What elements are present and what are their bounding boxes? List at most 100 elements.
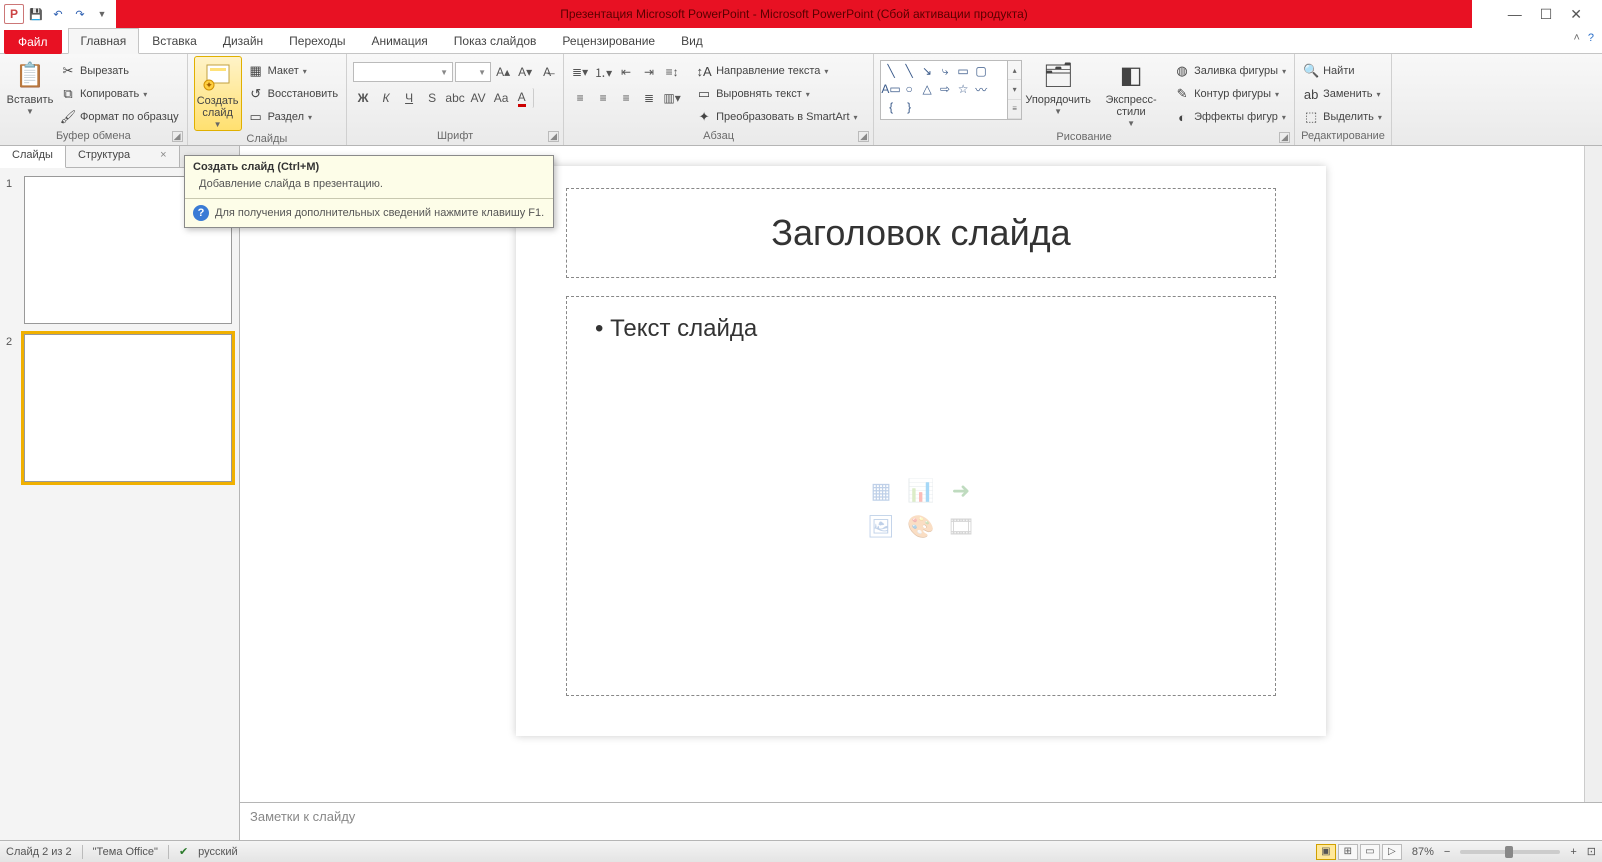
qat-dropdown-icon[interactable]: ▼	[92, 4, 112, 24]
shape-outline-button[interactable]: ✎Контур фигуры	[1172, 83, 1288, 105]
text-direction-button[interactable]: ↕AНаправление текста	[694, 60, 859, 82]
format-painter-button[interactable]: 🖌Формат по образцу	[58, 106, 181, 128]
columns-icon[interactable]: ▥▾	[662, 88, 682, 108]
normal-view-icon[interactable]: ▣	[1316, 844, 1336, 860]
close-button[interactable]: ✕	[1570, 6, 1582, 23]
zoom-out-icon[interactable]: −	[1444, 846, 1450, 858]
shrink-font-icon[interactable]: A▾	[515, 62, 535, 82]
help-icon[interactable]: ?	[1588, 32, 1594, 44]
font-family-combo[interactable]: ▼	[353, 62, 453, 82]
shape-line-icon[interactable]: ╲	[901, 63, 917, 79]
shape-brace-icon[interactable]: {	[883, 99, 899, 115]
convert-smartart-button[interactable]: ✦Преобразовать в SmartArt	[694, 106, 859, 128]
cut-button[interactable]: ✂Вырезать	[58, 60, 181, 82]
dialog-launcher-icon[interactable]: ◢	[548, 131, 559, 142]
gallery-scroll[interactable]: ▴▾≡	[1008, 60, 1022, 120]
numbering-icon[interactable]: ⒈▾	[593, 62, 613, 82]
shape-rect-icon[interactable]: ▭	[955, 63, 971, 79]
slideshow-view-icon[interactable]: ▷	[1382, 844, 1402, 860]
thumbnail-row[interactable]: 2	[6, 334, 233, 482]
save-icon[interactable]: 💾	[26, 4, 46, 24]
insert-picture-icon[interactable]: 🖼	[865, 512, 897, 542]
shape-connector-icon[interactable]: ⤷	[937, 63, 953, 79]
italic-icon[interactable]: К	[376, 88, 396, 108]
tab-transitions[interactable]: Переходы	[276, 28, 358, 53]
vertical-scrollbar[interactable]	[1584, 146, 1602, 802]
shape-brace-icon[interactable]: }	[901, 99, 917, 115]
tab-slides[interactable]: Слайды	[0, 146, 66, 168]
zoom-slider[interactable]	[1460, 850, 1560, 854]
new-slide-button[interactable]: ✦ Создать слайд ▼	[194, 56, 242, 131]
reading-view-icon[interactable]: ▭	[1360, 844, 1380, 860]
line-spacing-icon[interactable]: ≡↕	[662, 62, 682, 82]
tab-review[interactable]: Рецензирование	[549, 28, 668, 53]
zoom-level[interactable]: 87%	[1412, 846, 1434, 858]
strikethrough-icon[interactable]: S	[422, 88, 442, 108]
title-placeholder[interactable]: Заголовок слайда	[566, 188, 1276, 278]
zoom-in-icon[interactable]: +	[1570, 846, 1576, 858]
shape-line-icon[interactable]: ╲	[883, 63, 899, 79]
paste-button[interactable]: 📋 Вставить ▼	[6, 56, 54, 117]
tab-insert[interactable]: Вставка	[139, 28, 210, 53]
bullets-icon[interactable]: ≣▾	[570, 62, 590, 82]
shape-triangle-icon[interactable]: △	[919, 81, 935, 97]
shadow-icon[interactable]: abc	[445, 88, 465, 108]
undo-icon[interactable]: ↶	[48, 4, 68, 24]
align-left-icon[interactable]: ≡	[570, 88, 590, 108]
reset-button[interactable]: ↺Восстановить	[246, 83, 340, 105]
change-case-icon[interactable]: Aa	[491, 88, 511, 108]
dialog-launcher-icon[interactable]: ◢	[1279, 132, 1290, 143]
font-size-combo[interactable]: ▼	[455, 62, 491, 82]
close-icon[interactable]: ×	[160, 149, 166, 161]
decrease-indent-icon[interactable]: ⇤	[616, 62, 636, 82]
replace-button[interactable]: abЗаменить	[1301, 83, 1384, 105]
minimize-button[interactable]: —	[1508, 6, 1522, 22]
grow-font-icon[interactable]: A▴	[493, 62, 513, 82]
section-button[interactable]: ▭Раздел	[246, 106, 340, 128]
tab-design[interactable]: Дизайн	[210, 28, 276, 53]
tab-slideshow[interactable]: Показ слайдов	[441, 28, 550, 53]
shape-effects-button[interactable]: ◐Эффекты фигур	[1172, 106, 1288, 128]
maximize-button[interactable]: ☐	[1540, 6, 1553, 23]
insert-media-icon[interactable]: 🎞	[945, 512, 977, 542]
tab-animations[interactable]: Анимация	[358, 28, 440, 53]
clear-formatting-icon[interactable]: A̶	[537, 62, 557, 82]
tab-view[interactable]: Вид	[668, 28, 716, 53]
align-text-button[interactable]: ▭Выровнять текст	[694, 83, 859, 105]
spellcheck-icon[interactable]: ✔	[179, 845, 188, 858]
insert-smartart-icon[interactable]: ➜	[945, 476, 977, 506]
copy-button[interactable]: ⧉Копировать	[58, 83, 181, 105]
align-right-icon[interactable]: ≡	[616, 88, 636, 108]
thumbnail[interactable]	[24, 334, 232, 482]
content-placeholder[interactable]: Текст слайда ▦ 📊 ➜ 🖼 🎨 🎞	[566, 296, 1276, 696]
ribbon-minimize-icon[interactable]: ˄	[1573, 32, 1579, 44]
insert-chart-icon[interactable]: 📊	[905, 476, 937, 506]
find-button[interactable]: 🔍Найти	[1301, 60, 1384, 82]
fit-to-window-icon[interactable]: ⊡	[1587, 845, 1596, 858]
shape-curve-icon[interactable]: 〰	[973, 81, 989, 97]
shape-rect-icon[interactable]: ▢	[973, 63, 989, 79]
status-language[interactable]: русский	[198, 846, 237, 858]
shape-arrow-block-icon[interactable]: ⇨	[937, 81, 953, 97]
shape-oval-icon[interactable]: ○	[901, 81, 917, 97]
shape-fill-button[interactable]: ◍Заливка фигуры	[1172, 60, 1288, 82]
shape-star-icon[interactable]: ☆	[955, 81, 971, 97]
redo-icon[interactable]: ↷	[70, 4, 90, 24]
arrange-button[interactable]: 🗂 Упорядочить ▼	[1026, 56, 1090, 117]
canvas-scroll[interactable]: Заголовок слайда Текст слайда ▦ 📊 ➜ 🖼 🎨 …	[240, 146, 1602, 802]
slide[interactable]: Заголовок слайда Текст слайда ▦ 📊 ➜ 🖼 🎨 …	[516, 166, 1326, 736]
insert-clipart-icon[interactable]: 🎨	[905, 512, 937, 542]
layout-button[interactable]: ▦Макет	[246, 60, 340, 82]
font-color-icon[interactable]: A	[514, 88, 534, 108]
shape-arrow-icon[interactable]: ↘	[919, 63, 935, 79]
align-center-icon[interactable]: ≡	[593, 88, 613, 108]
underline-icon[interactable]: Ч	[399, 88, 419, 108]
tab-file[interactable]: Файл	[4, 30, 62, 54]
dialog-launcher-icon[interactable]: ◢	[172, 131, 183, 142]
bold-icon[interactable]: Ж	[353, 88, 373, 108]
notes-pane[interactable]: Заметки к слайду	[240, 802, 1602, 840]
shapes-gallery[interactable]: ╲ ╲ ↘ ⤷ ▭ ▢ A▭ ○ △ ⇨ ☆ 〰 { }	[880, 60, 1008, 120]
quick-styles-button[interactable]: ◧ Экспресс-стили ▼	[1094, 56, 1168, 129]
increase-indent-icon[interactable]: ⇥	[639, 62, 659, 82]
insert-table-icon[interactable]: ▦	[865, 476, 897, 506]
